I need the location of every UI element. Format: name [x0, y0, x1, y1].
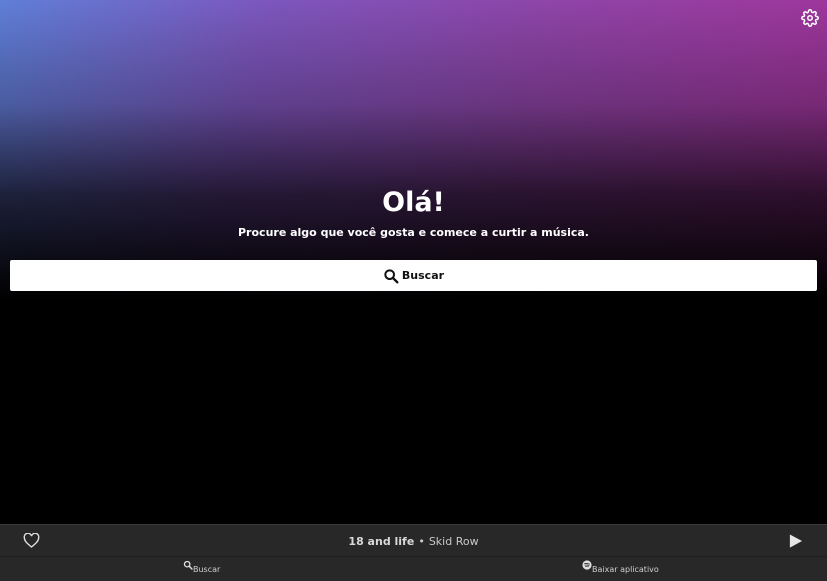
gear-icon[interactable] [801, 9, 819, 27]
track-title: 18 and life [348, 534, 415, 548]
heart-outline-icon[interactable] [23, 533, 40, 548]
search-button[interactable]: Buscar [10, 260, 817, 291]
bottom-nav: Buscar Baixar aplicativo [0, 556, 827, 581]
track-artist: Skid Row [428, 534, 479, 548]
play-icon[interactable] [788, 533, 803, 549]
nav-item-download-app[interactable]: Baixar aplicativo [582, 560, 659, 574]
track-info: 18 and life • Skid Row [0, 525, 827, 557]
spotify-logo-icon [582, 560, 592, 570]
nav-item-download-app-label: Baixar aplicativo [592, 565, 659, 574]
page-subtitle: Procure algo que você gosta e comece a c… [238, 226, 589, 239]
now-playing-bar: 18 and life • Skid Row [0, 524, 827, 556]
page-title: Olá! [382, 187, 445, 218]
nav-item-search-label: Buscar [193, 565, 221, 574]
hero-banner [0, 0, 827, 300]
search-icon [384, 268, 399, 283]
search-button-label: Buscar [401, 269, 445, 282]
nav-item-search[interactable]: Buscar [183, 560, 220, 574]
search-icon [183, 560, 193, 570]
track-separator: • [418, 534, 425, 548]
